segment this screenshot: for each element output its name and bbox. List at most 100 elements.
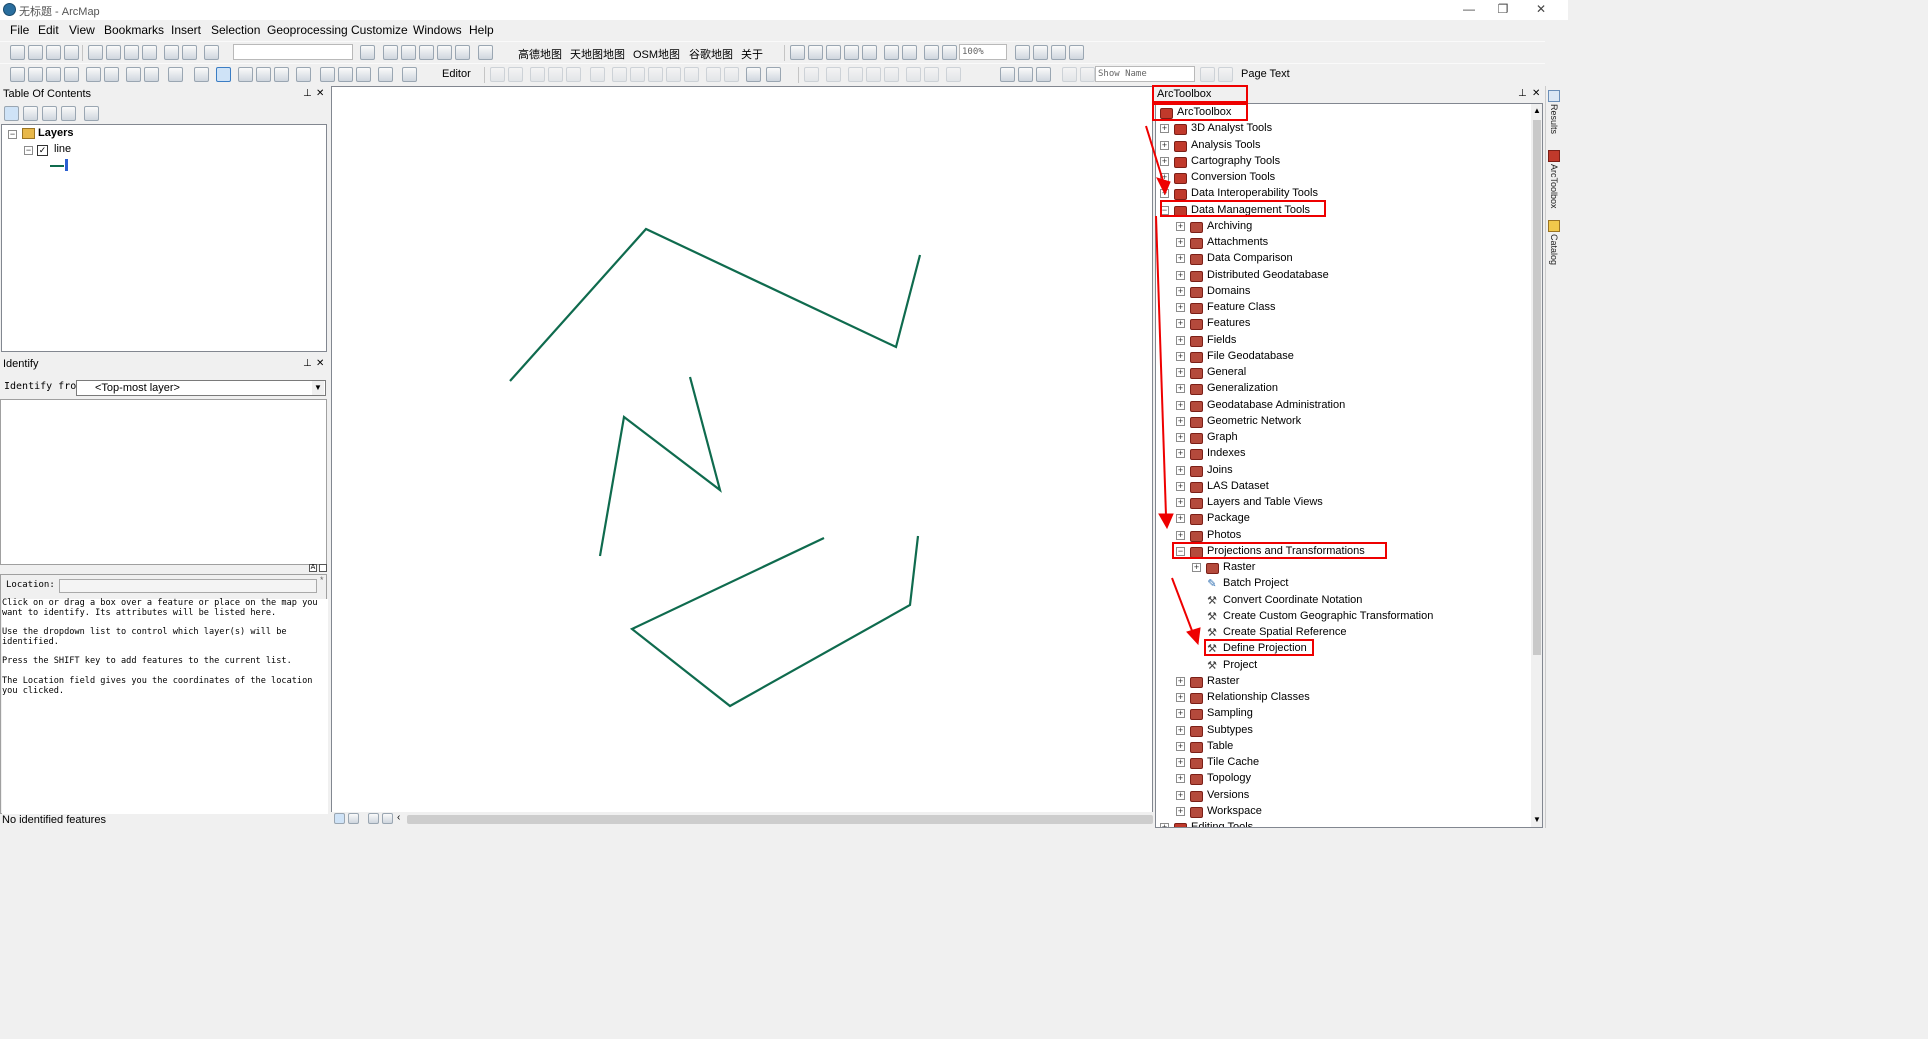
menu-help[interactable]: Help — [469, 23, 494, 37]
fixed-zoom-in-map-icon[interactable] — [86, 67, 101, 82]
location-field[interactable] — [59, 579, 317, 593]
list-by-source-icon[interactable] — [23, 106, 38, 121]
pan-icon[interactable] — [46, 67, 61, 82]
next-page-icon[interactable] — [1200, 67, 1215, 82]
editor-menu[interactable]: Editor — [442, 68, 471, 80]
layout-pan-icon[interactable] — [826, 45, 841, 60]
layout-zoom-in-icon[interactable] — [790, 45, 805, 60]
unplaced-labels-icon[interactable] — [1036, 67, 1051, 82]
expand-icon[interactable]: + — [1176, 806, 1185, 816]
attributes-icon[interactable] — [706, 67, 721, 82]
change-layout-icon[interactable] — [1051, 45, 1066, 60]
pin-icon[interactable]: ⊥ — [303, 356, 312, 372]
zoom-in-icon[interactable] — [10, 67, 25, 82]
vertical-scrollbar[interactable]: ▲ ▼ — [1531, 104, 1542, 827]
forward-extent-icon[interactable] — [942, 45, 957, 60]
hyperlink-icon[interactable] — [256, 67, 271, 82]
split-icon[interactable] — [666, 67, 681, 82]
toolset-item[interactable]: + Workspace — [1156, 804, 1530, 820]
list-by-selection-icon[interactable] — [61, 106, 76, 121]
list-by-visibility-icon[interactable] — [42, 106, 57, 121]
edit-vertices-icon[interactable] — [612, 67, 627, 82]
add-data-icon[interactable] — [204, 45, 219, 60]
python-window-icon[interactable] — [455, 45, 470, 60]
toolset-item[interactable]: + Tile Cache — [1156, 755, 1530, 771]
zoom-percent-combo[interactable]: 100% — [959, 44, 1007, 60]
layer-collapse-icon[interactable]: − — [24, 146, 33, 155]
maximize-button[interactable]: ❐ — [1486, 0, 1520, 20]
map-topology-icon[interactable] — [826, 67, 841, 82]
create-features-icon[interactable] — [746, 67, 761, 82]
editor-toolbar-icon[interactable] — [360, 45, 375, 60]
map-scale-combo[interactable] — [233, 44, 353, 60]
expand-icon[interactable]: + — [1176, 693, 1185, 702]
show-name-combo[interactable]: Show Name — [1095, 66, 1195, 82]
line-feature[interactable] — [509, 227, 922, 382]
identify-results-tree[interactable] — [0, 399, 327, 565]
split-view-icon[interactable]: A — [309, 564, 317, 572]
menu-windows[interactable]: Windows — [413, 23, 462, 37]
osm-map-menu[interactable]: OSM地图 — [633, 46, 680, 62]
point-icon[interactable] — [590, 67, 605, 82]
expand-icon[interactable]: + — [1176, 758, 1185, 767]
catalog-tab[interactable]: Catalog — [1549, 234, 1559, 265]
minimize-button[interactable]: — — [1452, 0, 1486, 20]
print-icon[interactable] — [64, 45, 79, 60]
topology-icon[interactable] — [804, 67, 819, 82]
go-to-xy-icon[interactable] — [356, 67, 371, 82]
zoom-whole-page-icon[interactable] — [844, 45, 859, 60]
focus-data-frame-icon[interactable] — [1033, 45, 1048, 60]
fix-errors-icon[interactable] — [924, 67, 939, 82]
page-text-menu[interactable]: Page Text — [1241, 68, 1290, 80]
toolset-item[interactable]: + Raster — [1156, 674, 1530, 690]
edit-tool-icon[interactable] — [490, 67, 505, 82]
menu-view[interactable]: View — [69, 23, 95, 37]
list-by-drawing-order-icon[interactable] — [4, 106, 19, 121]
find-route-icon[interactable] — [338, 67, 353, 82]
toolset-item[interactable]: + Subtypes — [1156, 723, 1530, 739]
close-button[interactable]: ✕ — [1524, 0, 1558, 20]
catalog-tab-icon[interactable] — [1548, 220, 1560, 232]
sketch-properties-icon[interactable] — [724, 67, 739, 82]
full-extent-icon[interactable] — [64, 67, 79, 82]
pane-toggle-icon[interactable] — [319, 564, 327, 572]
toolset-item[interactable]: + Topology — [1156, 771, 1530, 787]
layout-zoom-out-icon[interactable] — [808, 45, 823, 60]
toc-options-icon[interactable] — [84, 106, 99, 121]
layers-collapse-icon[interactable]: − — [8, 130, 17, 139]
previous-page-icon[interactable] — [1080, 67, 1095, 82]
search-window-icon[interactable] — [419, 45, 434, 60]
straight-segment-icon[interactable] — [530, 67, 545, 82]
html-popup-icon[interactable] — [274, 67, 289, 82]
measure-icon[interactable] — [296, 67, 311, 82]
map-canvas[interactable] — [332, 87, 1152, 813]
construct-features-icon[interactable] — [884, 67, 899, 82]
map-view[interactable] — [331, 86, 1153, 814]
expand-icon[interactable]: + — [1176, 676, 1185, 686]
menu-file[interactable]: File — [10, 23, 29, 37]
arctoolbox-tab[interactable]: ArcToolbox — [1549, 164, 1559, 209]
results-tab[interactable]: Results — [1549, 104, 1559, 134]
expand-icon[interactable]: + — [1160, 823, 1169, 827]
delete-icon[interactable] — [142, 45, 157, 60]
results-icon[interactable] — [1548, 90, 1560, 102]
time-slider-icon[interactable] — [378, 67, 393, 82]
arctoolbox-tab-icon[interactable] — [1548, 150, 1560, 162]
go-forward-icon[interactable] — [144, 67, 159, 82]
tianditu-map-menu[interactable]: 天地图地图 — [570, 46, 625, 62]
save-icon[interactable] — [46, 45, 61, 60]
paste-icon[interactable] — [124, 45, 139, 60]
menu-selection[interactable]: Selection — [211, 23, 260, 37]
create-viewer-window-icon[interactable] — [402, 67, 417, 82]
toolset-item[interactable]: + Sampling — [1156, 706, 1530, 722]
fixed-zoom-out-icon[interactable] — [902, 45, 917, 60]
end-point-arc-icon[interactable] — [548, 67, 563, 82]
open-icon[interactable] — [28, 45, 43, 60]
pause-drawing-icon[interactable] — [382, 813, 393, 824]
new-document-icon[interactable] — [10, 45, 25, 60]
modelbuilder-icon[interactable] — [478, 45, 493, 60]
cut-polygons-icon[interactable] — [648, 67, 663, 82]
toc-window-icon[interactable] — [383, 45, 398, 60]
line-feature[interactable] — [629, 535, 920, 708]
clear-selection-icon[interactable] — [194, 67, 209, 82]
